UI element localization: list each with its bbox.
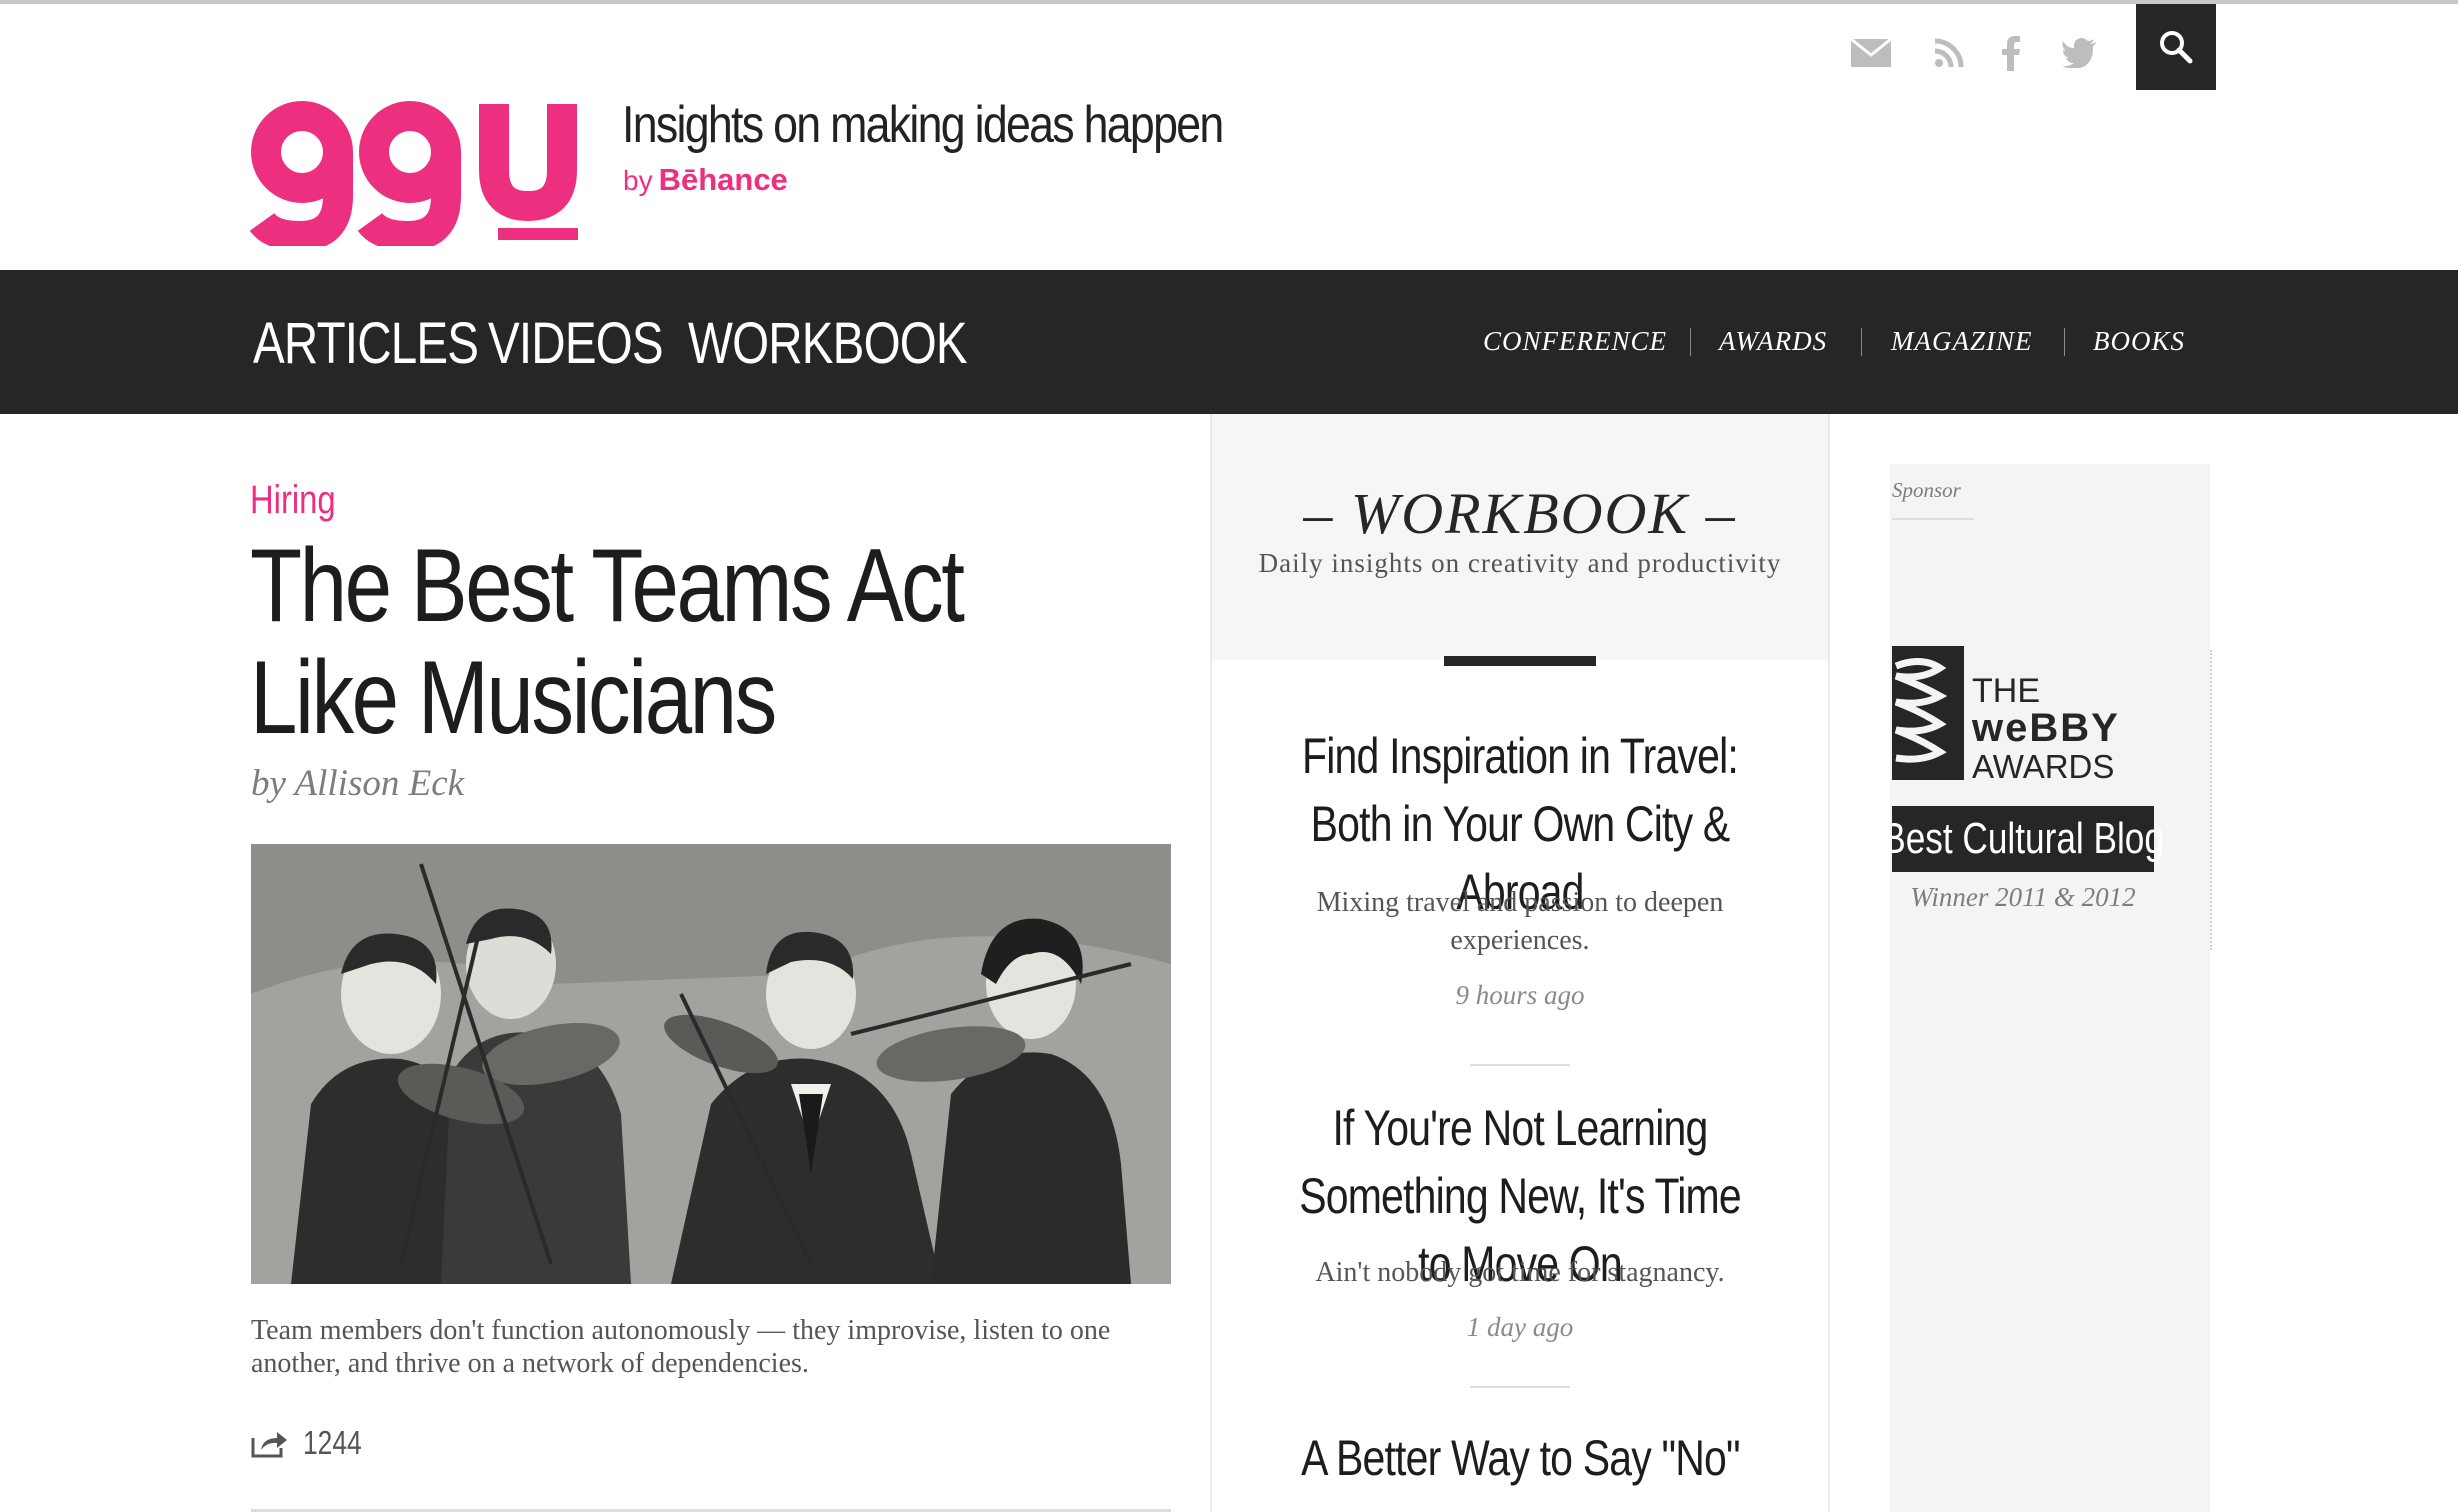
article-title[interactable]: The Best Teams Act Like Musicians [250,530,988,754]
nav-videos[interactable]: VIDEOS [488,310,664,377]
workbook-item-time: 1 day ago [1466,1312,1574,1342]
item-divider [1470,1386,1570,1388]
workbook-accent-bar [1444,656,1596,666]
main-nav: ARTICLES VIDEOS WORKBOOK CONFERENCE AWAR… [0,270,2458,414]
behance-name: Bēhance [658,162,788,197]
nav-awards[interactable]: AWARDS [1719,326,1827,357]
webby-name: weBBY [1972,706,2120,750]
behance-credit[interactable]: by Bēhance [623,162,788,198]
webby-logo[interactable] [1892,646,1964,785]
dotted-divider [2210,650,2212,950]
by-text: by [623,165,653,196]
nav-books[interactable]: BOOKS [2093,326,2185,357]
article-excerpt: Team members don't function autonomously… [251,1315,1111,1379]
nav-magazine[interactable]: MAGAZINE [1891,326,2032,357]
award-winner-years: Winner 2011 & 2012 [1910,882,2136,912]
share-count: 1244 [303,1424,362,1461]
sponsor-divider [1892,518,1974,520]
search-icon [2160,31,2193,64]
workbook-column: – WORKBOOK – Daily insights on creativit… [1210,414,1830,1512]
nav-conference[interactable]: CONFERENCE [1483,326,1667,357]
workbook-header: – WORKBOOK – Daily insights on creativit… [1212,414,1828,660]
search-button[interactable] [2136,4,2216,90]
nav-divider [2064,328,2065,356]
mail-icon[interactable] [1846,28,1896,78]
facebook-icon[interactable] [1986,28,2036,78]
webby-awards: AWARDS [1972,748,2115,785]
nav-divider [1690,328,1691,356]
article-hero-image[interactable] [251,844,1171,1284]
tagline: Insights on making ideas happen [622,96,1224,154]
sponsor-panel [1890,464,2210,1512]
workbook-item-desc: Ain't nobody got time for stagnancy. [1315,1257,1725,1288]
nav-divider [1861,328,1862,356]
nav-workbook[interactable]: WORKBOOK [688,310,968,377]
top-border [0,0,2458,4]
workbook-title[interactable]: – WORKBOOK – [1212,480,1828,547]
site-logo[interactable] [249,96,585,252]
rss-icon[interactable] [1924,28,1974,78]
share-icon [251,1432,287,1458]
nav-articles[interactable]: ARTICLES [253,310,479,377]
workbook-item-desc: Mixing travel and passion to deepen expe… [1316,887,1724,956]
article-category[interactable]: Hiring [250,478,336,523]
award-badge[interactable]: Best Cultural Blog [1882,806,2164,872]
workbook-item-title[interactable]: A Better Way to Say "No" [1232,1424,1808,1492]
article-author[interactable]: by Allison Eck [251,762,464,805]
share-button[interactable]: 1244 [251,1424,376,1462]
workbook-subtitle: Daily insights on creativity and product… [1258,548,1782,578]
sponsor-label: Sponsor [1892,478,1961,502]
workbook-item-time: 9 hours ago [1455,980,1585,1010]
twitter-icon[interactable] [2054,28,2104,78]
item-divider [1470,1064,1570,1066]
